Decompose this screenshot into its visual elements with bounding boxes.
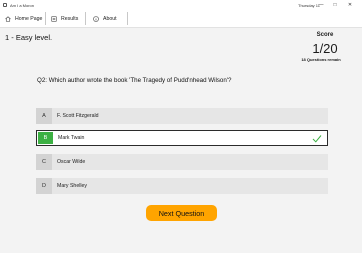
window-title: Am I a Moron: [10, 2, 35, 8]
results-icon: [51, 15, 57, 22]
info-icon: [93, 15, 99, 22]
nav-home-page[interactable]: Home Page: [5, 10, 42, 27]
level-title: 1 - Easy level.: [5, 33, 53, 42]
nav-bar: Home Page Results About: [0, 10, 362, 28]
answer-text: Oscar Wilde: [57, 159, 86, 165]
maximize-button[interactable]: □: [330, 1, 340, 9]
home-icon: [5, 15, 11, 22]
nav-home-page-label: Home Page: [15, 15, 43, 22]
score-label: Score: [316, 32, 334, 38]
next-question-button[interactable]: Next Question: [146, 205, 217, 221]
nav-divider: [45, 12, 46, 25]
questions-remaining: 18 Questions remain: [301, 57, 341, 62]
nav-divider: [127, 12, 128, 25]
nav-results-label: Results: [61, 15, 79, 22]
minimize-button[interactable]: —: [316, 1, 326, 9]
question-text: Q2: Which author wrote the book 'The Tra…: [37, 77, 232, 84]
close-button[interactable]: ✕: [345, 1, 355, 9]
answer-letter: D: [36, 178, 52, 194]
answer-option-c[interactable]: C Oscar Wilde: [36, 154, 328, 170]
app-icon: [3, 3, 7, 7]
answer-text: Mark Twain: [58, 135, 85, 141]
nav-results[interactable]: Results: [51, 10, 78, 27]
nav-about-label: About: [103, 15, 117, 22]
nav-about[interactable]: About: [93, 10, 117, 27]
answer-option-d[interactable]: D Mary Shelley: [36, 178, 328, 194]
answer-text: Mary Shelley: [57, 183, 87, 189]
answer-option-b[interactable]: B Mark Twain: [36, 130, 328, 146]
score-value: 1/20: [312, 41, 338, 56]
answer-letter: C: [36, 154, 52, 170]
title-bar: Am I a Moron Thursday 11 — □ ✕: [0, 0, 362, 10]
answer-letter: B: [38, 132, 53, 144]
nav-divider: [85, 12, 86, 25]
answer-text: F. Scott Fitzgerald: [57, 113, 99, 119]
answer-letter: A: [36, 108, 52, 124]
checkmark-icon: [312, 135, 322, 143]
answer-option-a[interactable]: A F. Scott Fitzgerald: [36, 108, 328, 124]
